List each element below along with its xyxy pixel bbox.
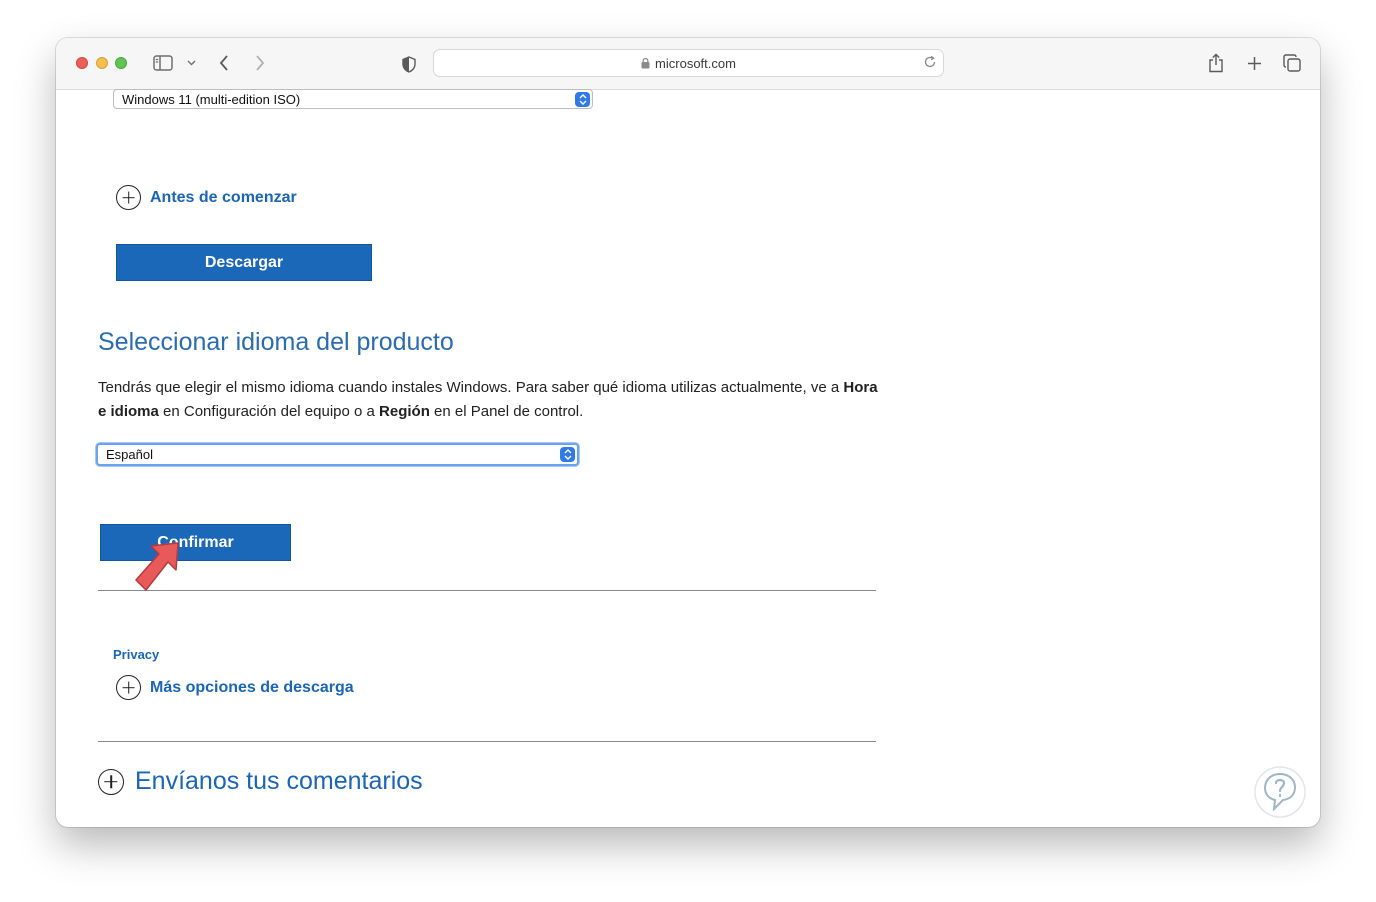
watermark-logo-icon xyxy=(1254,766,1306,818)
share-icon[interactable] xyxy=(1207,52,1225,74)
lock-icon xyxy=(641,57,650,69)
edition-select-value: Windows 11 (multi-edition ISO) xyxy=(122,91,301,107)
confirm-button[interactable]: Confirmar xyxy=(100,524,291,561)
language-description: Tendrás que elegir el mismo idioma cuand… xyxy=(98,376,888,424)
shield-icon[interactable] xyxy=(400,54,418,74)
more-options-expander[interactable]: Más opciones de descarga xyxy=(116,675,354,700)
language-select[interactable]: Español xyxy=(96,443,579,466)
divider xyxy=(98,741,876,742)
description-text: en Configuración del equipo o a xyxy=(158,403,380,420)
divider xyxy=(98,590,876,591)
privacy-link[interactable]: Privacy xyxy=(113,647,159,662)
back-icon[interactable] xyxy=(216,53,232,73)
chevron-down-icon[interactable] xyxy=(186,58,196,68)
reload-icon[interactable] xyxy=(923,55,937,72)
language-select-value: Español xyxy=(106,447,153,462)
download-button[interactable]: Descargar xyxy=(116,244,372,281)
page-content: Windows 11 (multi-edition ISO) Antes de … xyxy=(56,89,1320,827)
plus-circle-icon xyxy=(98,768,124,795)
browser-toolbar: microsoft.com xyxy=(56,38,1320,90)
before-start-label: Antes de comenzar xyxy=(150,188,297,206)
sidebar-icon[interactable] xyxy=(152,54,174,72)
language-heading: Seleccionar idioma del producto xyxy=(98,328,454,356)
feedback-expander[interactable]: Envíanos tus comentarios xyxy=(98,767,423,796)
edition-select[interactable]: Windows 11 (multi-edition ISO) xyxy=(113,89,593,109)
annotation-arrow-icon xyxy=(135,542,179,591)
forward-icon[interactable] xyxy=(252,53,268,73)
chevron-updown-icon xyxy=(560,447,575,462)
url-text: microsoft.com xyxy=(655,55,736,71)
browser-window: microsoft.com Windows 11 (multi-edition … xyxy=(56,38,1320,827)
address-bar[interactable]: microsoft.com xyxy=(433,49,944,77)
tabs-overview-icon[interactable] xyxy=(1282,53,1302,73)
minimize-window-button[interactable] xyxy=(96,57,108,69)
plus-circle-icon xyxy=(116,185,141,210)
close-window-button[interactable] xyxy=(76,57,88,69)
more-options-label: Más opciones de descarga xyxy=(150,678,354,696)
description-text: Tendrás que elegir el mismo idioma cuand… xyxy=(98,379,844,396)
chevron-updown-icon xyxy=(575,92,590,107)
before-start-expander[interactable]: Antes de comenzar xyxy=(116,185,297,210)
new-tab-icon[interactable] xyxy=(1245,54,1263,72)
zoom-window-button[interactable] xyxy=(115,57,127,69)
feedback-label: Envíanos tus comentarios xyxy=(135,767,423,795)
plus-circle-icon xyxy=(116,675,141,700)
description-text: en el Panel de control. xyxy=(429,403,584,420)
description-bold-region: Región xyxy=(379,403,430,420)
